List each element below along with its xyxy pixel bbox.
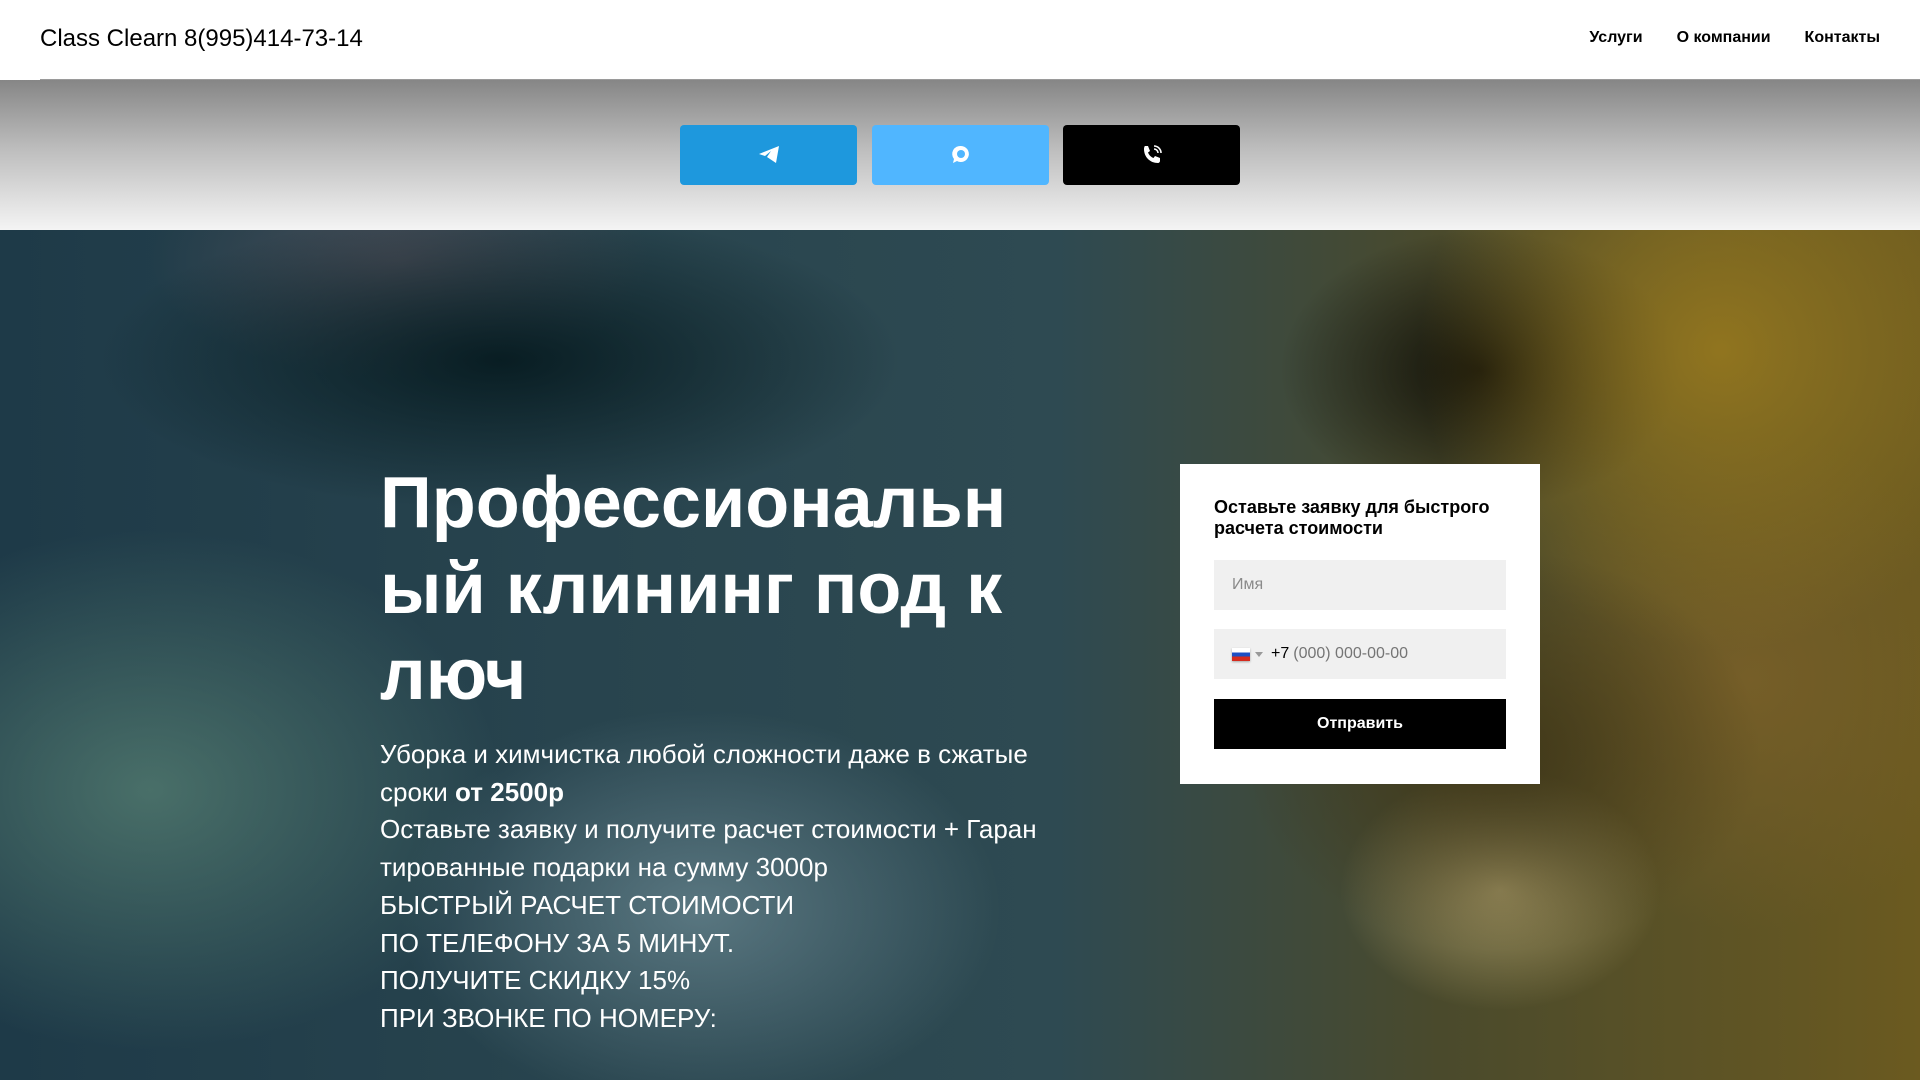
title-line: ый клининг под к [380, 549, 1003, 629]
phone-field[interactable]: +7 [1214, 629, 1506, 679]
hero-line: ПО ТЕЛЕФОНУ ЗА 5 МИНУТ. [380, 927, 735, 958]
russia-flag-icon[interactable] [1232, 647, 1250, 661]
form-heading: Оставьте заявку для быстрого расчета сто… [1214, 497, 1490, 538]
nav-contacts[interactable]: Контакты [1805, 29, 1880, 47]
hero-line: БЫСТРЫЙ РАСЧЕТ СТОИМОСТИ [380, 889, 795, 920]
phone-input[interactable] [1293, 645, 1474, 663]
submit-button[interactable]: Отправить [1214, 699, 1506, 749]
title-line: люч [380, 635, 527, 715]
header: Class Clearn 8(995)414-73-14 Услуги О ко… [0, 0, 1920, 80]
request-form: Оставьте заявку для быстрого расчета сто… [1180, 464, 1540, 784]
hero-gift-text: Оставьте заявку и получите расчет стоимо… [380, 814, 1037, 883]
hero-line: ПОЛУЧИТЕ СКИДКУ 15% [380, 965, 691, 996]
phone-code: +7 [1271, 645, 1290, 662]
offer-price: от 2500р [455, 776, 564, 807]
site-logo[interactable]: Class Clearn 8(995)414-73-14 [40, 25, 363, 53]
hero-offer: Уборка и химчистка любой сложности даже … [380, 736, 1060, 811]
hero-title: Профессиональн ый клининг под к люч [380, 460, 1006, 718]
chevron-down-icon[interactable] [1255, 652, 1263, 661]
nav-services[interactable]: Услуги [1589, 29, 1642, 47]
title-line: Профессиональн [380, 463, 1007, 543]
chat-icon [951, 145, 969, 163]
hero-description: Уборка и химчистка любой сложности даже … [380, 736, 1060, 1038]
nav-about[interactable]: О компании [1677, 29, 1771, 47]
telegram-icon [758, 146, 779, 163]
main-nav: Услуги О компании Контакты [1589, 29, 1880, 47]
telegram-button[interactable] [680, 125, 857, 185]
phone-icon [1143, 145, 1162, 163]
viber-button[interactable] [1063, 125, 1240, 185]
hero-line: ПРИ ЗВОНКЕ ПО НОМЕРУ: [380, 1002, 717, 1033]
chat-button[interactable] [872, 125, 1049, 185]
name-input[interactable] [1214, 560, 1506, 610]
